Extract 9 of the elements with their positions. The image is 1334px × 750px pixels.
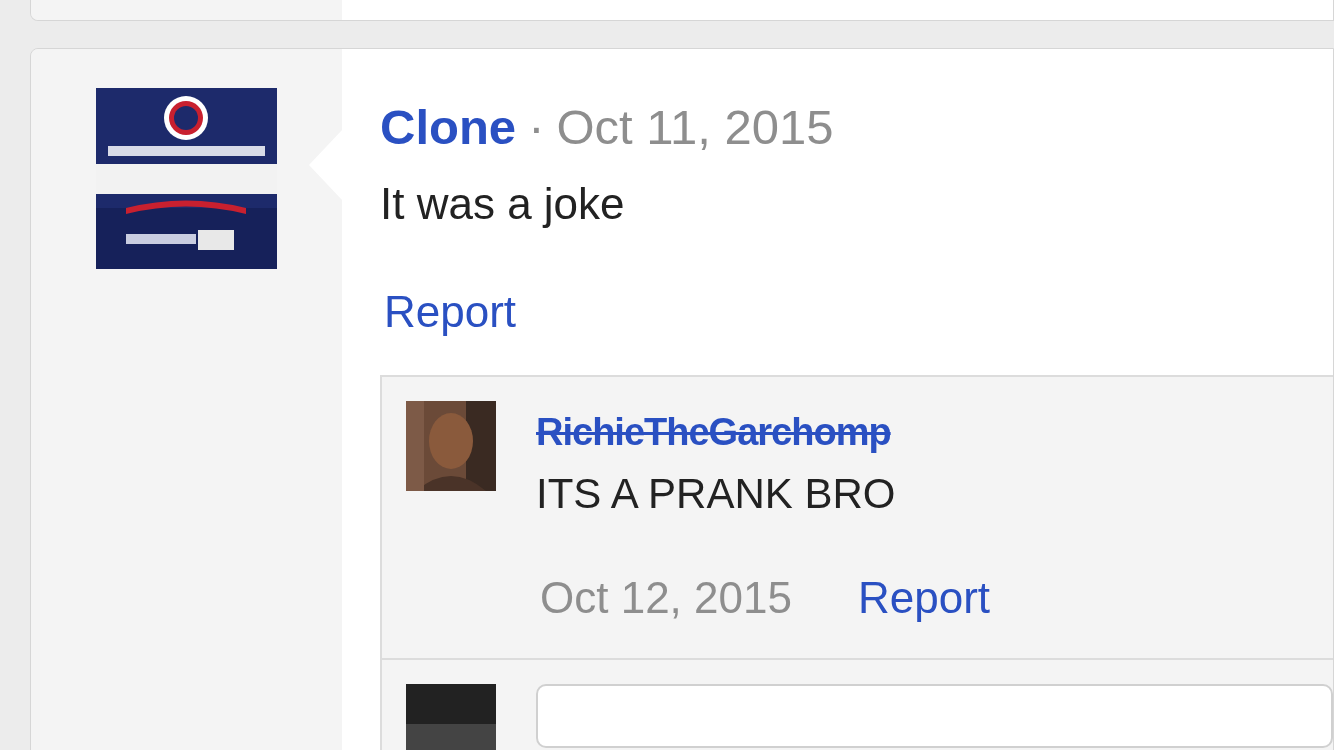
comment-date: Oct 11, 2015 bbox=[556, 99, 834, 155]
report-link[interactable]: Report bbox=[857, 573, 991, 623]
comment-text: It was a joke bbox=[380, 179, 626, 229]
reply-text: ITS A PRANK BRO bbox=[536, 470, 896, 518]
author-link[interactable]: RichieTheGarchomp bbox=[536, 411, 891, 454]
author-link[interactable]: Clone bbox=[380, 99, 517, 155]
report-link[interactable]: Report bbox=[384, 287, 517, 337]
reply-date: Oct 12, 2015 bbox=[540, 573, 792, 623]
separator: · bbox=[528, 99, 545, 155]
